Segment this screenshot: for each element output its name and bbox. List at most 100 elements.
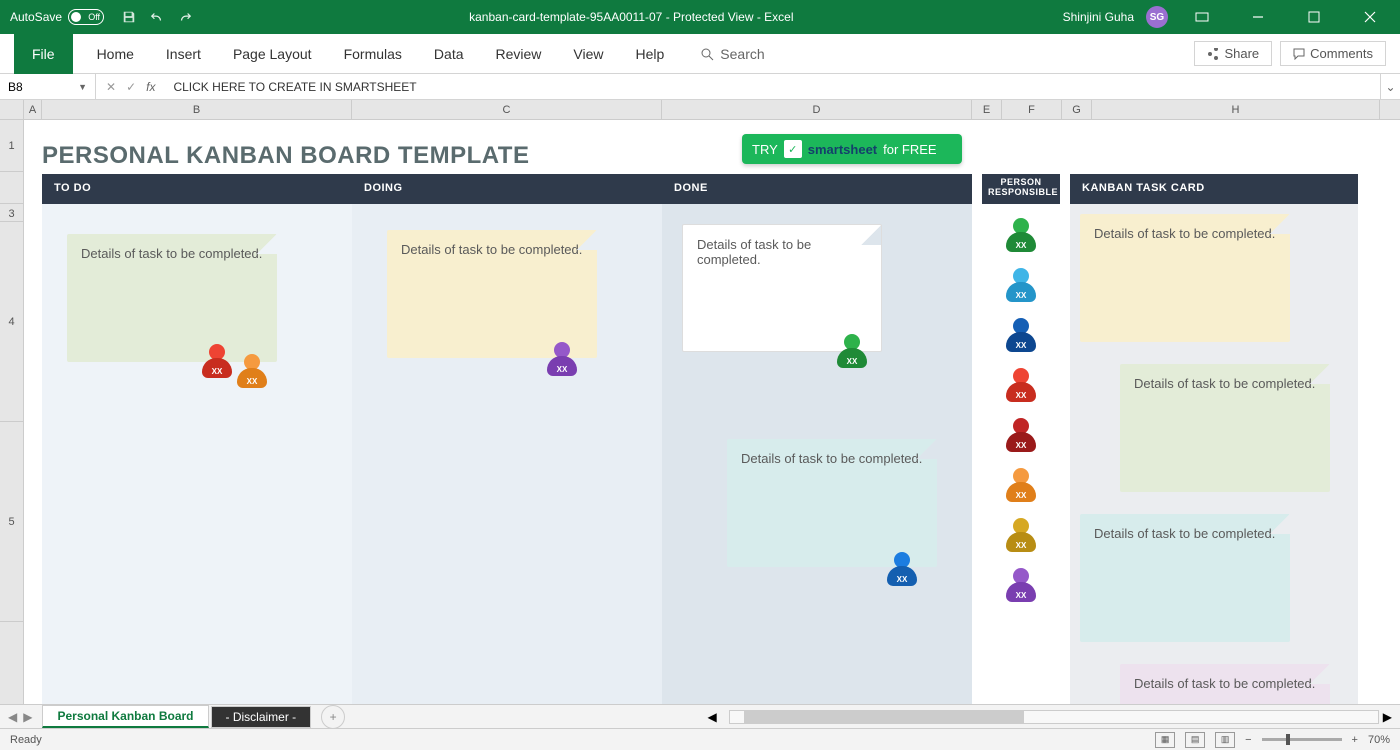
person-icon[interactable]: XX [1006,318,1036,354]
lane-todo: Details of task to be completed. XX XX [42,204,352,715]
kanban-card[interactable]: Details of task to be completed. [727,439,937,567]
select-all-corner[interactable] [0,100,24,119]
next-sheet-icon[interactable]: ▶ [23,710,32,724]
col-b[interactable]: B [42,100,352,119]
header-doing: DOING [352,174,662,204]
lane-done: Details of task to be completed. XX Deta… [662,204,972,715]
status-ready: Ready [10,734,42,746]
tab-formulas[interactable]: Formulas [328,34,418,74]
page-title: PERSONAL KANBAN BOARD TEMPLATE [42,142,529,170]
kanban-card[interactable]: Details of task to be completed. [682,224,882,352]
col-d[interactable]: D [662,100,972,119]
tab-data[interactable]: Data [418,34,480,74]
scroll-left-icon[interactable]: ◀ [708,710,717,724]
lane-task-card: Details of task to be completed. Details… [1070,204,1358,715]
toggle-switch[interactable]: Off [68,9,104,25]
minimize-icon[interactable] [1236,0,1280,34]
zoom-out-icon[interactable]: − [1245,734,1251,746]
maximize-icon[interactable] [1292,0,1336,34]
lane-doing: Details of task to be completed. XX [352,204,662,715]
enter-icon[interactable]: ✓ [126,80,136,94]
page-layout-icon[interactable]: ▤ [1185,732,1205,748]
try-smartsheet-button[interactable]: TRY ✓ smartsheet for FREE [742,134,962,164]
column-headers: A B C D E F G H [0,100,1400,120]
scroll-right-icon[interactable]: ▶ [1383,710,1392,724]
person-icon[interactable]: XX [1006,368,1036,404]
status-bar: Ready ▦ ▤ ▥ − + 70% [0,728,1400,750]
share-button[interactable]: Share [1194,41,1272,66]
person-icon[interactable]: XX [202,344,232,380]
expand-formula-icon[interactable]: ⌄ [1380,74,1400,99]
col-c[interactable]: C [352,100,662,119]
spreadsheet-grid[interactable]: PERSONAL KANBAN BOARD TEMPLATE TRY ✓ sma… [24,120,1400,715]
col-a[interactable]: A [24,100,42,119]
zoom-in-icon[interactable]: + [1352,734,1358,746]
cancel-icon[interactable]: ✕ [106,80,116,94]
page-break-icon[interactable]: ▥ [1215,732,1235,748]
ribbon-display-icon[interactable] [1180,0,1224,34]
kanban-card[interactable]: Details of task to be completed. [1120,364,1330,492]
title-bar: AutoSave Off kanban-card-template-95AA00… [0,0,1400,34]
user-name: Shinjini Guha [1063,10,1134,24]
share-icon [1207,48,1219,60]
tab-page-layout[interactable]: Page Layout [217,34,328,74]
kanban-card[interactable]: Details of task to be completed. [387,230,597,358]
col-e[interactable]: E [972,100,1002,119]
name-box[interactable]: B8 ▼ [0,74,96,99]
kanban-headers: TO DO DOING DONE PERSON RESPONSIBLE KANB… [42,174,1380,204]
chevron-down-icon[interactable]: ▼ [78,82,87,92]
undo-icon[interactable] [150,10,164,24]
ribbon-tabs: File Home Insert Page Layout Formulas Da… [0,34,1400,74]
formula-input[interactable]: CLICK HERE TO CREATE IN SMARTSHEET [165,80,1380,94]
sheet-tab-bar: ◀ ▶ Personal Kanban Board - Disclaimer -… [0,704,1400,728]
sheet-tab-kanban[interactable]: Personal Kanban Board [42,705,208,728]
person-icon[interactable]: XX [1006,518,1036,554]
lane-person: XX XX XX XX XX XX XX XX [982,204,1060,715]
user-avatar[interactable]: SG [1146,6,1168,28]
close-icon[interactable] [1348,0,1392,34]
autosave-toggle[interactable]: AutoSave Off [0,9,114,25]
sheet-tab-disclaimer[interactable]: - Disclaimer - [211,706,312,728]
kanban-card[interactable]: Details of task to be completed. [1080,214,1290,342]
add-sheet-button[interactable]: + [321,705,345,729]
col-g[interactable]: G [1062,100,1092,119]
row-1[interactable]: 1 [0,120,23,172]
col-f[interactable]: F [1002,100,1062,119]
horizontal-scrollbar[interactable] [729,710,1379,724]
person-icon[interactable]: XX [887,552,917,588]
row-3[interactable]: 3 [0,204,23,222]
search-box[interactable]: Search [700,46,764,62]
col-h[interactable]: H [1092,100,1380,119]
person-icon[interactable]: XX [547,342,577,378]
redo-icon[interactable] [178,10,192,24]
person-icon[interactable]: XX [837,334,867,370]
row-5[interactable]: 5 [0,422,23,622]
person-icon[interactable]: XX [1006,418,1036,454]
zoom-slider[interactable] [1262,738,1342,741]
row-headers: 1 3 4 5 [0,120,24,715]
person-icon[interactable]: XX [237,354,267,390]
tab-review[interactable]: Review [480,34,558,74]
zoom-level[interactable]: 70% [1368,734,1390,746]
person-icon[interactable]: XX [1006,468,1036,504]
comment-icon [1293,48,1305,60]
search-icon [700,47,714,61]
row-4[interactable]: 4 [0,222,23,422]
normal-view-icon[interactable]: ▦ [1155,732,1175,748]
tab-insert[interactable]: Insert [150,34,217,74]
kanban-card[interactable]: Details of task to be completed. [67,234,277,362]
kanban-card[interactable]: Details of task to be completed. [1080,514,1290,642]
row-2[interactable] [0,172,23,204]
prev-sheet-icon[interactable]: ◀ [8,710,17,724]
comments-button[interactable]: Comments [1280,41,1386,66]
fx-icon[interactable]: fx [146,80,155,94]
header-task: KANBAN TASK CARD [1070,174,1358,204]
person-icon[interactable]: XX [1006,568,1036,604]
person-icon[interactable]: XX [1006,218,1036,254]
tab-view[interactable]: View [557,34,619,74]
tab-help[interactable]: Help [620,34,681,74]
tab-file[interactable]: File [14,34,73,74]
save-icon[interactable] [122,10,136,24]
person-icon[interactable]: XX [1006,268,1036,304]
tab-home[interactable]: Home [81,34,150,74]
